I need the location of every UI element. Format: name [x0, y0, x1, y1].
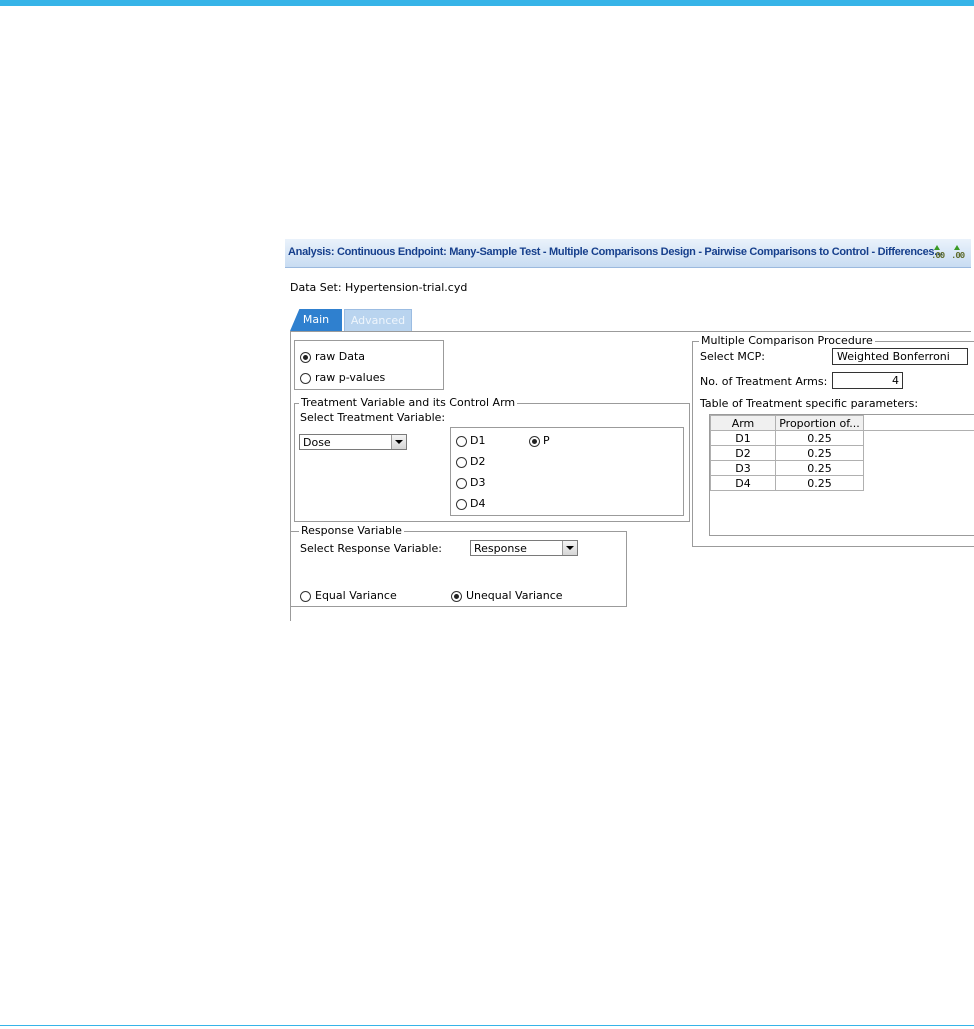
tab-main[interactable]: Main: [290, 309, 342, 331]
tab-advanced[interactable]: Advanced: [344, 309, 412, 331]
arms-count-input[interactable]: 4: [832, 372, 903, 389]
params-table: Arm Proportion of... D1 0.25 D2 0.25 D3 …: [710, 415, 864, 491]
window-title-bar: Analysis: Continuous Endpoint: Many-Samp…: [285, 239, 971, 268]
mcp-group-legend: Multiple Comparison Procedure: [699, 334, 875, 347]
treatment-group-legend: Treatment Variable and its Control Arm: [299, 396, 518, 409]
chevron-down-icon[interactable]: [391, 435, 406, 449]
treatment-select-label: Select Treatment Variable:: [300, 411, 446, 424]
unequal-variance-label: Unequal Variance: [466, 589, 563, 602]
chevron-down-icon[interactable]: [562, 541, 577, 555]
arm-d3-label: D3: [470, 476, 486, 489]
table-row[interactable]: D2 0.25: [710, 445, 864, 461]
arm-d2-label: D2: [470, 455, 486, 468]
table-label: Table of Treatment specific parameters:: [700, 397, 919, 410]
treatment-variable-group: Treatment Variable and its Control Arm S…: [294, 396, 690, 522]
response-variable-group: Response Variable Select Response Variab…: [290, 524, 627, 607]
mcp-select-label: Select MCP:: [700, 350, 765, 363]
cell-proportion[interactable]: 0.25: [775, 430, 864, 446]
arm-d4-radio[interactable]: [456, 499, 467, 510]
arm-d2-radio[interactable]: [456, 457, 467, 468]
treatment-variable-value: Dose: [303, 436, 331, 449]
dataset-label: Data Set: Hypertension-trial.cyd: [290, 281, 468, 294]
top-accent-bar: [0, 0, 974, 6]
input-type-group: raw Data raw p-values: [294, 340, 444, 390]
equal-variance-label: Equal Variance: [315, 589, 397, 602]
control-arm-group: D1 P D2 D3 D4: [450, 427, 684, 516]
response-variable-select[interactable]: Response: [470, 540, 578, 556]
response-group-legend: Response Variable: [299, 524, 404, 537]
table-row[interactable]: D3 0.25: [710, 460, 864, 476]
decimal-decrease-icon[interactable]: .00: [951, 245, 967, 261]
params-table-frame: Arm Proportion of... D1 0.25 D2 0.25 D3 …: [709, 414, 974, 536]
raw-p-values-radio[interactable]: [300, 373, 311, 384]
arm-d1-radio[interactable]: [456, 436, 467, 447]
decimal-increase-icon[interactable]: .00: [931, 245, 947, 261]
cell-proportion[interactable]: 0.25: [775, 445, 864, 461]
mcp-select-value: Weighted Bonferroni: [837, 350, 950, 363]
column-header-proportion[interactable]: Proportion of...: [775, 415, 864, 431]
cell-proportion[interactable]: 0.25: [775, 460, 864, 476]
response-variable-value: Response: [474, 542, 527, 555]
arm-d1-label: D1: [470, 434, 486, 447]
table-row[interactable]: D1 0.25: [710, 430, 864, 446]
table-row[interactable]: D4 0.25: [710, 475, 864, 491]
raw-p-values-label: raw p-values: [315, 371, 386, 384]
cell-proportion[interactable]: 0.25: [775, 475, 864, 491]
mcp-select[interactable]: Weighted Bonferroni: [832, 348, 968, 365]
mcp-group: Multiple Comparison Procedure Select MCP…: [692, 334, 974, 547]
cell-arm[interactable]: D1: [710, 430, 776, 446]
arm-p-radio[interactable]: [529, 436, 540, 447]
equal-variance-radio[interactable]: [300, 591, 311, 602]
bottom-accent-line: [0, 1025, 974, 1026]
column-header-arm[interactable]: Arm: [710, 415, 776, 431]
cell-arm[interactable]: D3: [710, 460, 776, 476]
cell-arm[interactable]: D4: [710, 475, 776, 491]
tab-panel-border: [290, 331, 971, 332]
raw-data-label: raw Data: [315, 350, 366, 363]
arms-count-label: No. of Treatment Arms:: [700, 375, 828, 388]
arm-p-label: P: [543, 434, 550, 447]
arm-d3-radio[interactable]: [456, 478, 467, 489]
response-select-label: Select Response Variable:: [300, 542, 443, 555]
header-row-extension: [862, 430, 974, 431]
arm-d4-label: D4: [470, 497, 486, 510]
arms-count-value: 4: [892, 374, 899, 387]
treatment-variable-select[interactable]: Dose: [299, 434, 407, 450]
window-title: Analysis: Continuous Endpoint: Many-Samp…: [288, 246, 943, 258]
cell-arm[interactable]: D2: [710, 445, 776, 461]
raw-data-radio[interactable]: [300, 352, 311, 363]
unequal-variance-radio[interactable]: [451, 591, 462, 602]
